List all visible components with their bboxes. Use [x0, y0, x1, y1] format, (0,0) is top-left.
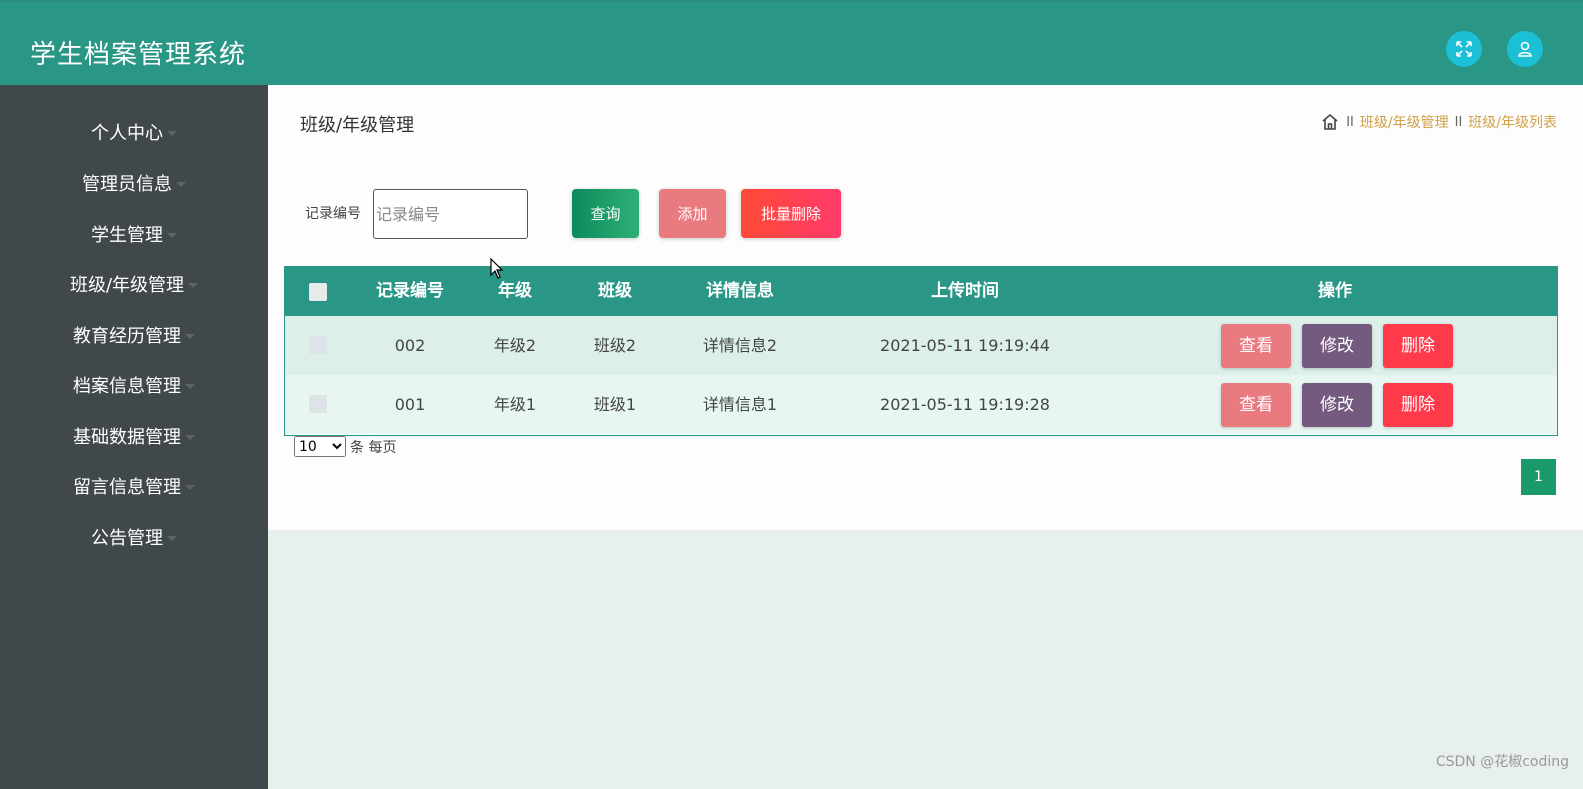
caret-down-icon	[185, 333, 195, 339]
delete-button[interactable]: 删除	[1383, 383, 1453, 427]
breadcrumb-separator: II	[1346, 114, 1354, 130]
sidebar-item-messages[interactable]: 留言信息管理	[0, 461, 268, 511]
column-header-id: 记录编号	[376, 281, 444, 301]
edit-button[interactable]: 修改	[1302, 324, 1372, 368]
view-button[interactable]: 查看	[1221, 383, 1291, 427]
sidebar-item-admin-info[interactable]: 管理员信息	[0, 158, 268, 208]
column-header-grade: 年级	[498, 281, 532, 301]
page-size-select[interactable]: 10	[294, 436, 346, 457]
caret-down-icon	[176, 181, 186, 187]
cell-upload-time: 2021-05-11 19:19:44	[880, 336, 1050, 355]
cell-id: 002	[394, 336, 426, 355]
sidebar-item-student-management[interactable]: 学生管理	[0, 209, 268, 259]
page-title: 班级/年级管理	[300, 115, 415, 136]
view-button[interactable]: 查看	[1221, 324, 1291, 368]
caret-down-icon	[185, 484, 195, 490]
table-row: 002 年级2 班级2 详情信息2 2021-05-11 19:19:44 查看…	[285, 316, 1557, 375]
data-table: 记录编号 年级 班级 详情信息 上传时间 操作 002 年级2 班级2 详情信息…	[284, 266, 1558, 436]
sidebar-item-announcements[interactable]: 公告管理	[0, 512, 268, 562]
select-all-checkbox[interactable]	[309, 283, 327, 301]
table-row: 001 年级1 班级1 详情信息1 2021-05-11 19:19:28 查看…	[285, 375, 1557, 434]
breadcrumb-separator: II	[1454, 114, 1463, 130]
sidebar-item-label: 个人中心	[91, 123, 163, 144]
cell-id: 001	[394, 395, 426, 414]
sidebar-item-label: 基础数据管理	[73, 427, 181, 448]
query-button[interactable]: 查询	[572, 189, 639, 238]
sidebar-item-label: 管理员信息	[82, 174, 172, 195]
cell-upload-time: 2021-05-11 19:19:28	[880, 395, 1050, 414]
sidebar-item-label: 留言信息管理	[73, 477, 181, 498]
page-size-control: 10 条 每页	[294, 436, 396, 457]
row-checkbox[interactable]	[309, 395, 327, 413]
sidebar-item-label: 学生管理	[91, 225, 163, 246]
breadcrumb-item-class-grade[interactable]: 班级/年级管理	[1360, 112, 1449, 132]
delete-button[interactable]: 删除	[1383, 324, 1453, 368]
cell-detail: 详情信息2	[702, 336, 778, 355]
app-title: 学生档案管理系统	[30, 40, 247, 70]
user-icon[interactable]	[1507, 31, 1543, 67]
search-label: 记录编号	[305, 206, 361, 222]
sidebar-item-personal-center[interactable]: 个人中心	[0, 107, 268, 157]
main-content: 班级/年级管理 II 班级/年级管理 II 班级/年级列表 记录编号 查询 添加…	[268, 85, 1583, 530]
cell-grade: 年级2	[493, 336, 537, 355]
breadcrumb: II 班级/年级管理 II 班级/年级列表	[1320, 112, 1557, 132]
cell-class: 班级1	[593, 395, 637, 414]
page-number-button[interactable]: 1	[1521, 459, 1556, 495]
sidebar-item-label: 班级/年级管理	[69, 275, 185, 296]
sidebar-item-class-grade-management[interactable]: 班级/年级管理	[0, 259, 268, 309]
batch-delete-button[interactable]: 批量删除	[741, 189, 841, 238]
cell-detail: 详情信息1	[702, 395, 778, 414]
sidebar-item-label: 教育经历管理	[73, 326, 181, 347]
breadcrumb-item-list[interactable]: 班级/年级列表	[1468, 112, 1557, 132]
sidebar: 个人中心 管理员信息 学生管理 班级/年级管理 教育经历管理 档案信息管理 基础…	[0, 85, 268, 789]
top-bar: 学生档案管理系统	[0, 0, 1583, 85]
sidebar-item-archive-info[interactable]: 档案信息管理	[0, 360, 268, 410]
caret-down-icon	[188, 282, 199, 288]
search-input[interactable]	[373, 189, 528, 239]
row-checkbox[interactable]	[309, 336, 327, 354]
sidebar-item-label: 公告管理	[91, 528, 163, 549]
column-header-detail: 详情信息	[706, 281, 774, 301]
add-button[interactable]: 添加	[659, 189, 726, 238]
sidebar-item-basic-data[interactable]: 基础数据管理	[0, 411, 268, 461]
sidebar-item-education-history[interactable]: 教育经历管理	[0, 310, 268, 360]
mouse-cursor-icon	[490, 258, 504, 279]
caret-down-icon	[167, 232, 177, 238]
cell-grade: 年级1	[493, 395, 537, 414]
caret-down-icon	[185, 434, 195, 440]
sidebar-item-label: 档案信息管理	[73, 376, 181, 397]
home-icon[interactable]	[1320, 112, 1340, 132]
caret-down-icon	[185, 383, 195, 389]
page-size-suffix: 条 每页	[350, 439, 397, 456]
cell-class: 班级2	[593, 336, 637, 355]
table-header: 记录编号 年级 班级 详情信息 上传时间 操作	[285, 267, 1557, 316]
column-header-class: 班级	[598, 281, 632, 301]
edit-button[interactable]: 修改	[1302, 383, 1372, 427]
caret-down-icon	[167, 130, 177, 136]
caret-down-icon	[167, 535, 177, 541]
watermark: CSDN @花椒coding	[1435, 754, 1569, 770]
column-header-actions: 操作	[1318, 281, 1352, 301]
expand-icon[interactable]	[1446, 31, 1482, 67]
column-header-upload-time: 上传时间	[931, 281, 999, 301]
